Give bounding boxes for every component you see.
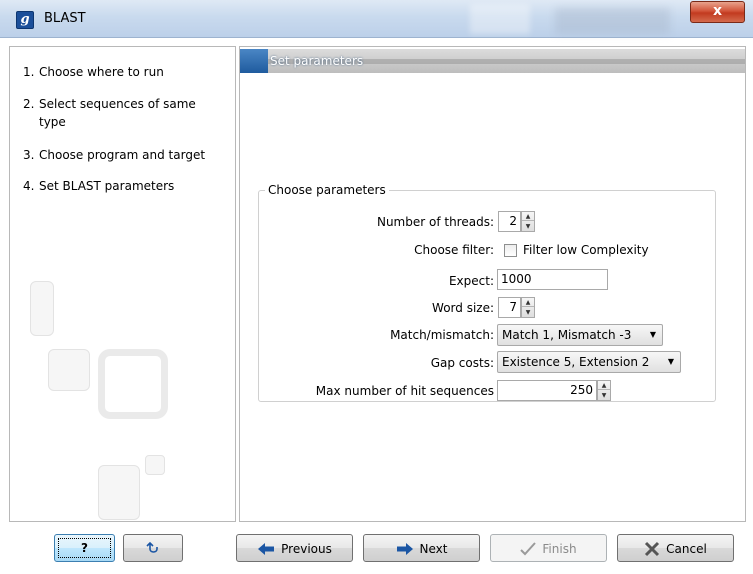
title-bar-glow-2: [555, 8, 670, 34]
title-bar-glow: [470, 4, 530, 34]
wizard-step-1: 1. Choose where to run: [23, 63, 219, 81]
word-size-label: Word size:: [432, 301, 494, 315]
window-title: BLAST: [44, 11, 86, 26]
cancel-label: Cancel: [666, 541, 707, 556]
close-icon: x: [712, 3, 723, 19]
filter-label: Choose filter:: [414, 243, 494, 257]
step-label: Choose program and target: [39, 148, 206, 162]
focus-ring: [58, 538, 111, 558]
cancel-x-icon: [645, 541, 660, 556]
previous-button[interactable]: Previous: [236, 534, 353, 562]
spin-up-icon[interactable]: ▲: [522, 298, 534, 307]
spin-down-icon[interactable]: ▼: [522, 308, 534, 317]
section-header-title: Set parameters: [270, 54, 364, 68]
gap-costs-value: Existence 5, Extension 2: [502, 355, 650, 369]
match-mismatch-value: Match 1, Mismatch -3: [502, 328, 632, 342]
threads-stepper[interactable]: ▲ ▼: [521, 211, 535, 232]
watermark-shape: [145, 455, 165, 475]
section-header-accent: [240, 49, 268, 73]
step-label: Select sequences of same type: [39, 97, 196, 129]
title-bar: g BLAST x: [0, 0, 753, 38]
step-number: 4.: [23, 179, 35, 193]
step-number: 1.: [23, 65, 35, 79]
spin-down-icon[interactable]: ▼: [598, 391, 610, 400]
watermark-shape: [98, 465, 140, 520]
gap-costs-label: Gap costs:: [430, 356, 494, 370]
threads-input[interactable]: 2: [498, 211, 521, 232]
word-size-input[interactable]: 7: [498, 297, 521, 318]
reset-button[interactable]: [123, 534, 183, 562]
spin-up-icon[interactable]: ▲: [598, 381, 610, 390]
filter-low-complexity-checkbox[interactable]: [504, 244, 517, 257]
arrow-right-icon: [396, 542, 413, 555]
next-button[interactable]: Next: [363, 534, 480, 562]
max-hits-stepper[interactable]: ▲ ▼: [597, 380, 611, 401]
step-label: Set BLAST parameters: [39, 179, 175, 193]
close-button[interactable]: x: [690, 1, 745, 23]
dropdown-arrow-icon: ▼: [667, 357, 674, 366]
group-title: Choose parameters: [268, 183, 386, 197]
step-number: 2.: [23, 97, 35, 111]
step-number: 3.: [23, 148, 35, 162]
expect-input[interactable]: 1000: [497, 269, 608, 290]
finish-label: Finish: [542, 541, 577, 556]
next-label: Next: [419, 541, 448, 556]
spin-down-icon[interactable]: ▼: [522, 222, 534, 231]
wizard-steps-panel: 1. Choose where to run 2. Select sequences…: [9, 46, 236, 522]
wizard-step-2: 2. Select sequences of same type: [23, 95, 209, 131]
reset-arrow-icon: [146, 541, 158, 553]
threads-label: Number of threads:: [376, 215, 494, 229]
match-mismatch-select[interactable]: Match 1, Mismatch -3 ▼: [497, 324, 663, 346]
cancel-button[interactable]: Cancel: [617, 534, 734, 562]
match-mismatch-label: Match/mismatch:: [390, 328, 494, 342]
arrow-left-icon: [258, 542, 275, 555]
watermark-shape: [30, 281, 54, 336]
expect-label: Expect:: [448, 274, 494, 288]
dropdown-arrow-icon: ▼: [649, 330, 656, 339]
watermark-shape: [48, 349, 90, 391]
spin-up-icon[interactable]: ▲: [522, 212, 534, 221]
finish-button[interactable]: Finish: [490, 534, 607, 562]
watermark-shape: [98, 349, 168, 419]
filter-low-complexity-label[interactable]: Filter low Complexity: [523, 243, 649, 257]
wizard-step-3: 3. Choose program and target: [23, 146, 219, 164]
app-logo-icon: g: [16, 11, 34, 29]
section-header: Set parameters: [240, 49, 745, 73]
checkmark-icon: [520, 541, 537, 555]
step-label: Choose where to run: [39, 65, 164, 79]
gap-costs-select[interactable]: Existence 5, Extension 2 ▼: [497, 351, 681, 373]
previous-label: Previous: [281, 541, 332, 556]
max-hits-label: Max number of hit sequences: [315, 384, 494, 398]
wizard-step-4: 4. Set BLAST parameters: [23, 177, 219, 195]
max-hits-input[interactable]: 250: [497, 380, 597, 401]
help-button[interactable]: ?: [54, 534, 115, 562]
word-size-stepper[interactable]: ▲ ▼: [521, 297, 535, 318]
parameters-panel: Set parameters Choose parameters Number …: [239, 46, 746, 522]
